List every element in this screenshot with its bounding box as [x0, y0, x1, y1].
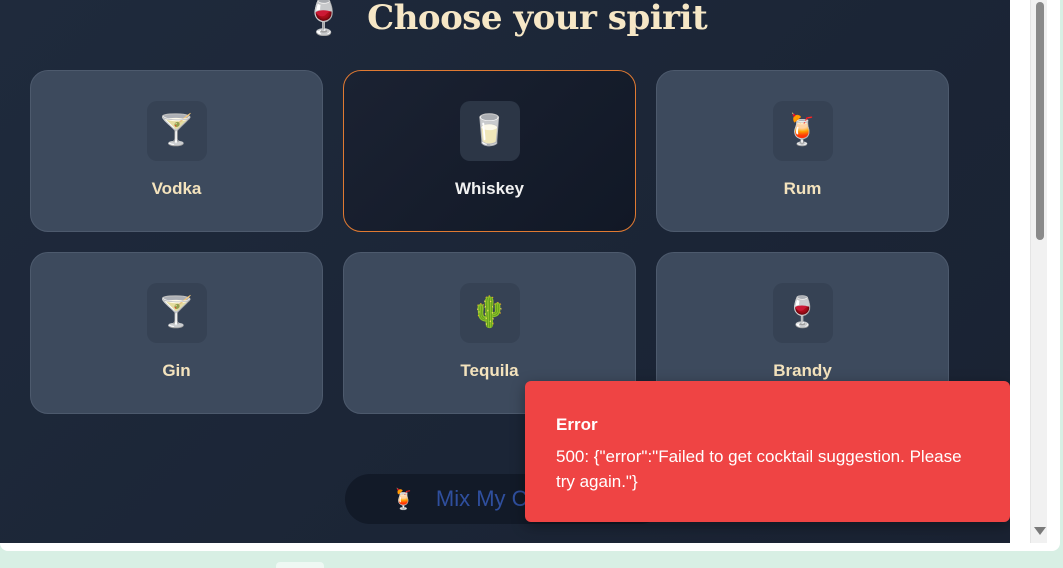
browser-window: 🍷 Choose your spirit 🍸 Vodka 🥛 Whiskey 🍹…: [0, 0, 1060, 551]
tumbler-glass-icon: 🥛: [459, 101, 520, 161]
toast-title: Error: [556, 415, 598, 434]
cactus-icon: 🌵: [459, 283, 520, 343]
spirit-card-rum[interactable]: 🍹 Rum: [656, 70, 949, 232]
scroll-down-arrow-icon[interactable]: [1034, 527, 1046, 535]
wine-glass-icon: 🍷: [772, 283, 833, 343]
error-toast[interactable]: Error 500: {"error":"Failed to get cockt…: [525, 381, 1010, 522]
cocktail-glass-icon: 🍸: [146, 101, 207, 161]
cocktail-glass-icon: 🍸: [146, 283, 207, 343]
taskbar-strip: [0, 551, 1063, 568]
scrollbar-thumb[interactable]: [1036, 2, 1044, 240]
spirit-label: Brandy: [773, 361, 832, 380]
toast-message: 500: {"error":"Failed to get cocktail su…: [556, 447, 962, 491]
spirit-card-gin[interactable]: 🍸 Gin: [30, 252, 323, 414]
page-title: Choose your spirit: [367, 0, 708, 38]
taskbar-tab[interactable]: [276, 562, 324, 568]
spirit-label: Gin: [162, 361, 191, 380]
wine-glass-icon: 🍷: [302, 0, 346, 38]
spirit-card-whiskey[interactable]: 🥛 Whiskey: [343, 70, 636, 232]
spirit-label: Vodka: [151, 179, 202, 198]
spirit-label: Whiskey: [455, 179, 524, 198]
spirit-label: Tequila: [460, 361, 519, 380]
vertical-scrollbar[interactable]: [1030, 0, 1047, 543]
spirit-card-vodka[interactable]: 🍸 Vodka: [30, 70, 323, 232]
tropical-drink-icon: 🍹: [391, 487, 416, 511]
page-header: 🍷 Choose your spirit: [0, 0, 1010, 42]
spirit-label: Rum: [783, 179, 822, 198]
page-viewport: 🍷 Choose your spirit 🍸 Vodka 🥛 Whiskey 🍹…: [0, 0, 1010, 543]
tropical-drink-icon: 🍹: [772, 101, 833, 161]
page-margin: [1010, 0, 1030, 543]
mix-button-label: Mix My C: [435, 486, 528, 511]
